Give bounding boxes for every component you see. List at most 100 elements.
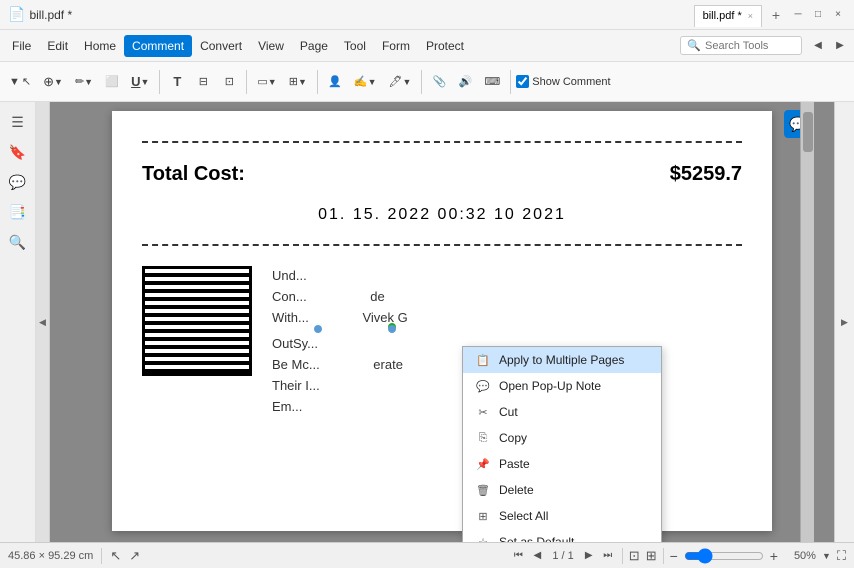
menu-comment[interactable]: Comment — [124, 35, 192, 57]
menu-page[interactable]: Page — [292, 35, 336, 57]
menu-edit[interactable]: Edit — [39, 35, 76, 57]
search-tools[interactable]: 🔍 — [680, 36, 802, 55]
ctx-delete-label: Delete — [499, 483, 534, 497]
ctx-open-popup-label: Open Pop-Up Note — [499, 379, 601, 393]
menu-protect[interactable]: Protect — [418, 35, 472, 57]
sidebar-bookmark-icon[interactable]: 🔖 — [6, 140, 30, 164]
pdf-scrollbar[interactable] — [800, 102, 814, 542]
menu-convert[interactable]: Convert — [192, 35, 250, 57]
search-input[interactable] — [705, 40, 795, 52]
ctx-delete[interactable]: 🗑 Delete — [463, 477, 661, 503]
zoom-out-btn[interactable]: − — [670, 548, 678, 564]
toolbar-sign[interactable]: ✍ ▼ — [349, 68, 382, 96]
zoom-in-btn[interactable]: + — [770, 548, 778, 564]
collapse-icon: ◀ — [39, 317, 46, 328]
pen-dropdown: ▼ — [84, 77, 93, 87]
forward-btn[interactable]: ▶ — [830, 36, 850, 56]
toolbar-stamp[interactable]: ⊕ ▼ — [38, 68, 68, 96]
sidebar-toggle-btn[interactable]: ◀ — [36, 102, 50, 542]
toolbar-eraser[interactable]: ⬜ — [100, 68, 124, 96]
toolbar-link[interactable]: 🖊 ▼ — [383, 68, 416, 96]
ctx-select-all[interactable]: ⊞ Select All — [463, 503, 661, 529]
ctx-cut-label: Cut — [499, 405, 518, 419]
minimize-btn[interactable]: ─ — [790, 7, 806, 23]
new-tab-btn[interactable]: + — [766, 5, 786, 25]
menu-tool[interactable]: Tool — [336, 35, 374, 57]
show-comment-checkbox[interactable] — [516, 75, 529, 88]
close-tab-btn[interactable]: × — [748, 11, 753, 21]
stamp2-icon: 👤 — [328, 75, 342, 88]
total-cost-row: Total Cost: $5259.7 — [142, 153, 742, 196]
main-area: ☰ 🔖 💬 📑 🔍 ◀ 💬 Total Cost: $5259.7 01. 15… — [0, 102, 854, 542]
active-tab[interactable]: bill.pdf * × — [694, 5, 762, 27]
sidebar-search-icon[interactable]: 🔍 — [6, 230, 30, 254]
toolbar-pen[interactable]: ✏ ▼ — [70, 68, 98, 96]
right-panel-toggle[interactable]: ▶ — [834, 102, 854, 542]
toolbar-measure[interactable]: ⊞ ▼ — [284, 68, 312, 96]
open-popup-icon: 💬 — [475, 378, 491, 394]
toolbar-clip[interactable]: 📎 — [427, 68, 451, 96]
toolbar-audio[interactable]: 🔊 — [453, 68, 477, 96]
cursor-tool-btn[interactable]: ↖ — [110, 548, 121, 564]
context-menu: 📋 Apply to Multiple Pages 💬 Open Pop-Up … — [462, 346, 662, 542]
sidebar-panel-icon[interactable]: ☰ — [6, 110, 30, 134]
select-label: ↖ — [22, 75, 31, 88]
toolbar-select[interactable]: ▼ ↖ — [4, 68, 36, 96]
underline-icon: U — [131, 74, 140, 89]
fit-page-btn[interactable]: ⊡ — [629, 548, 640, 564]
statusbar: 45.86 × 95.29 cm ↖ ↗ ⏮ ◀ 1 / 1 ▶ ⏭ ⊡ ⊞ −… — [0, 542, 854, 568]
zoom-slider[interactable] — [684, 548, 764, 564]
next-page-btn[interactable]: ▶ — [581, 548, 597, 564]
toolbar-text[interactable]: T — [165, 68, 189, 96]
menu-file[interactable]: File — [4, 35, 39, 57]
toolbar-rect[interactable]: ▭ ▼ — [252, 68, 281, 96]
measure-icon: ⊞ — [289, 75, 298, 88]
menu-form[interactable]: Form — [374, 35, 418, 57]
close-btn[interactable]: × — [830, 7, 846, 23]
callout-icon: ⊡ — [225, 75, 234, 88]
ctx-set-default[interactable]: ☆ Set as Default — [463, 529, 661, 542]
prev-page-btn[interactable]: ◀ — [529, 548, 545, 564]
ctx-cut[interactable]: ✂ Cut — [463, 399, 661, 425]
scroll-thumb[interactable] — [803, 112, 813, 152]
handle-topleft[interactable] — [388, 325, 396, 333]
sign-dropdown: ▼ — [368, 77, 377, 87]
first-page-btn[interactable]: ⏮ — [510, 548, 526, 564]
restore-btn[interactable]: □ — [810, 7, 826, 23]
ctx-paste[interactable]: 📌 Paste — [463, 451, 661, 477]
toolbar-textbox[interactable]: ⊟ — [191, 68, 215, 96]
expand-icon: ▶ — [841, 317, 848, 328]
show-comment-toggle[interactable]: Show Comment — [516, 75, 610, 88]
set-default-icon: ☆ — [475, 534, 491, 542]
menu-view[interactable]: View — [250, 35, 292, 57]
sidebar-comment-icon[interactable]: 💬 — [6, 170, 30, 194]
toolbar-stamp2[interactable]: 👤 — [323, 68, 347, 96]
app-icon: 📄 — [8, 6, 25, 23]
toolbar-callout[interactable]: ⊡ — [217, 68, 241, 96]
ctx-apply-multiple[interactable]: 📋 Apply to Multiple Pages — [463, 347, 661, 373]
arrow-tool-btn[interactable]: ↗ — [129, 548, 140, 564]
toolbar-typewriter[interactable]: ⌨ — [479, 68, 505, 96]
back-btn[interactable]: ◀ — [808, 36, 828, 56]
fit-width-btn[interactable]: ⊞ — [646, 548, 657, 564]
paste-icon: 📌 — [475, 456, 491, 472]
handle-topright[interactable] — [314, 325, 322, 333]
fullscreen-btn[interactable]: ⛶ — [837, 548, 846, 564]
ctx-set-default-label: Set as Default — [499, 535, 574, 542]
menu-home[interactable]: Home — [76, 35, 124, 57]
last-page-btn[interactable]: ⏭ — [600, 548, 616, 564]
zoom-dropdown-btn[interactable]: ▼ — [822, 551, 831, 561]
copy-icon: ⎘ — [475, 430, 491, 446]
sidebar-pages-icon[interactable]: 📑 — [6, 200, 30, 224]
link-dropdown: ▼ — [402, 77, 411, 87]
total-cost-value: $5259.7 — [670, 163, 742, 186]
ctx-select-all-label: Select All — [499, 509, 548, 523]
ctx-open-popup[interactable]: 💬 Open Pop-Up Note — [463, 373, 661, 399]
left-sidebar: ☰ 🔖 💬 📑 🔍 — [0, 102, 36, 542]
stamp-icon: ⊕ — [43, 74, 54, 90]
ctx-copy[interactable]: ⎘ Copy — [463, 425, 661, 451]
ctx-copy-label: Copy — [499, 431, 527, 445]
toolbar-underline[interactable]: U ▼ — [126, 68, 154, 96]
menubar: File Edit Home Comment Convert View Page… — [0, 30, 854, 62]
link-icon: 🖊 — [388, 75, 402, 88]
